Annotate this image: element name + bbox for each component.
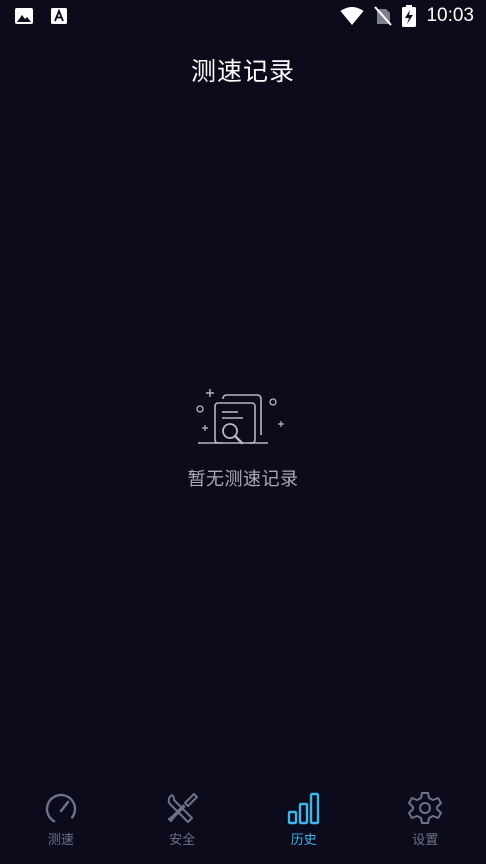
document-search-icon bbox=[196, 389, 284, 445]
empty-message: 暂无测速记录 bbox=[187, 469, 299, 490]
gear-icon bbox=[408, 792, 443, 824]
nav-tab-settings[interactable]: 设置 bbox=[365, 780, 486, 864]
font-a-icon bbox=[51, 8, 67, 24]
status-bar: 10:03 bbox=[0, 0, 486, 34]
nav-tab-history[interactable]: 历史 bbox=[243, 780, 365, 864]
nav-tab-speedtest[interactable]: 测速 bbox=[0, 780, 122, 864]
speedometer-icon bbox=[45, 793, 76, 825]
wifi-icon bbox=[340, 7, 364, 25]
nav-tab-security[interactable]: 安全 bbox=[122, 780, 244, 864]
bottom-nav: 测速 安全 历史 设置 bbox=[0, 780, 486, 864]
no-sim-icon bbox=[374, 6, 393, 26]
status-time: 10:03 bbox=[426, 5, 474, 26]
tools-icon bbox=[168, 793, 199, 823]
page-title: 测速记录 bbox=[190, 57, 295, 86]
nav-label-security: 安全 bbox=[169, 833, 196, 848]
nav-label-settings: 设置 bbox=[412, 833, 439, 848]
status-left-icons bbox=[14, 7, 68, 25]
image-icon bbox=[15, 8, 33, 24]
bar-chart-icon bbox=[287, 792, 319, 825]
battery-charging-icon bbox=[402, 5, 417, 27]
nav-label-speedtest: 测速 bbox=[47, 833, 74, 848]
nav-label-history: 历史 bbox=[290, 833, 317, 848]
status-right-icons: 10:03 bbox=[340, 5, 474, 27]
empty-state: 暂无测速记录 bbox=[0, 385, 486, 491]
